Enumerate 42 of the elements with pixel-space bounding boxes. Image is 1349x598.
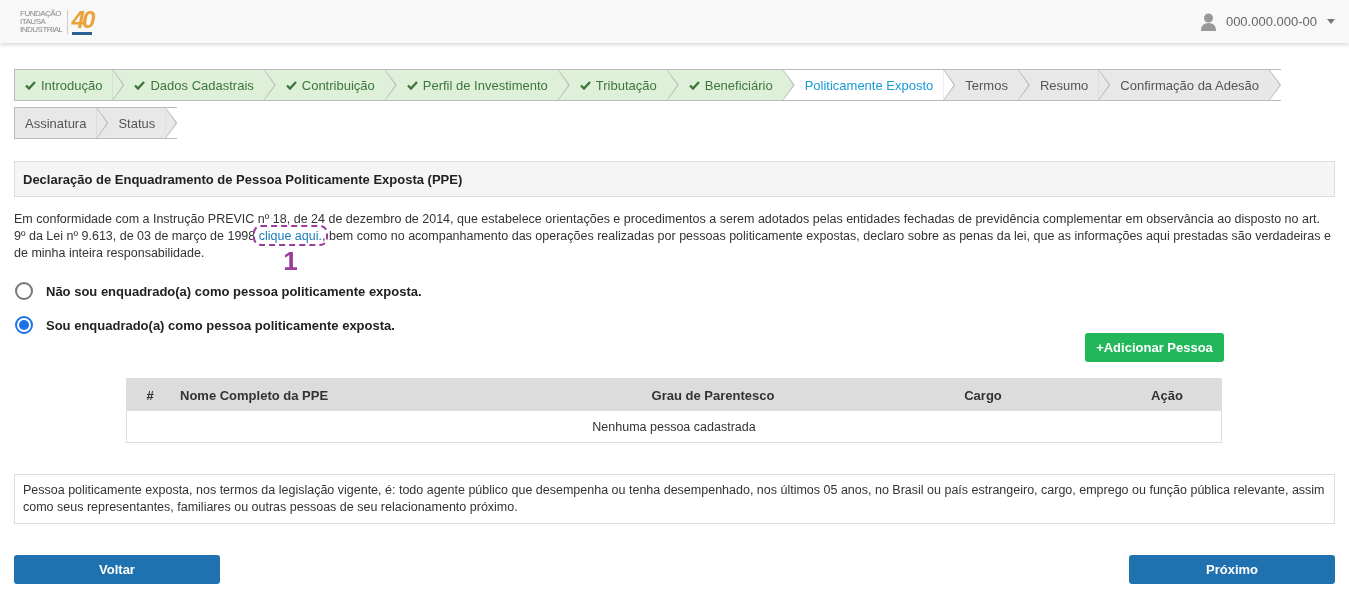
- column-header: #: [145, 387, 155, 403]
- user-menu[interactable]: 000.000.000-00: [1225, 14, 1317, 29]
- step-tab[interactable]: Termos: [955, 69, 1030, 101]
- link[interactable]: clique aqui.: [258, 229, 322, 243]
- option-label: Sou enquadrado(a) como pessoa politicamente exposta.: [46, 317, 395, 333]
- check-icon: [579, 80, 591, 90]
- option-label: Não sou enquadrado(a) como pessoa politicamente exposta.: [46, 283, 422, 299]
- step-tab[interactable]: Contribuição: [275, 69, 397, 101]
- user-icon: [1200, 12, 1216, 31]
- step-tab[interactable]: Resumo: [1029, 69, 1111, 101]
- next-button[interactable]: Próximo: [1129, 555, 1335, 584]
- back-button[interactable]: Voltar: [14, 555, 220, 584]
- logo-text: INDUSTRIAL: [20, 25, 63, 34]
- step-tab[interactable]: Introdução: [14, 69, 125, 101]
- empty-message: Nenhuma pessoa cadastrada: [592, 419, 756, 434]
- step-tab[interactable]: Status: [108, 107, 178, 139]
- check-icon: [285, 80, 297, 90]
- step-tab[interactable]: Confirmação da Adesão: [1110, 69, 1282, 101]
- panel-title: Declaração de Enquadramento de Pessoa Politicamente Exposta (PPE): [23, 171, 463, 187]
- column-header: Grau de Parentesco: [650, 387, 776, 403]
- step-tab[interactable]: Beneficiário: [678, 69, 795, 101]
- step-tab[interactable]: Perfil de Investimento: [396, 69, 570, 101]
- caret-icon: [1327, 19, 1335, 24]
- radio-button[interactable]: [15, 316, 33, 334]
- column-header: Ação: [1150, 387, 1184, 403]
- check-icon: [25, 80, 36, 90]
- check-icon: [688, 80, 700, 90]
- check-icon: [134, 80, 146, 90]
- logo-mark: 40: [71, 8, 93, 35]
- step-tab[interactable]: Tributação: [569, 69, 679, 101]
- column-header: Nome Completo da PPE: [179, 387, 330, 403]
- logo-text: FUNDAÇÃO: [20, 9, 62, 18]
- step-tab[interactable]: Politicamente Exposto: [794, 69, 956, 101]
- step-tab[interactable]: Assinatura: [14, 107, 109, 139]
- logo-text: ITAUSA: [20, 17, 46, 26]
- radio-button[interactable]: [15, 282, 33, 300]
- add-person-button[interactable]: +Adicionar Pessoa: [1085, 333, 1224, 362]
- column-header: Cargo: [963, 387, 1003, 403]
- check-icon: [406, 80, 418, 90]
- annotation-number: 1: [283, 248, 298, 274]
- step-tab[interactable]: Dados Cadastrais: [124, 69, 276, 101]
- info-note: Pessoa politicamente exposta, nos termos da legislação vigente, é: todo agente público que desempenha ou tenha desempenhado, nos últimos 05 anos, no Brasil ou país estrangeiro, cargo, emprego ou função pública relevante, assim como seus representantes, familiares ou outras pessoas de seu relacionamento próximo.: [14, 474, 1335, 524]
